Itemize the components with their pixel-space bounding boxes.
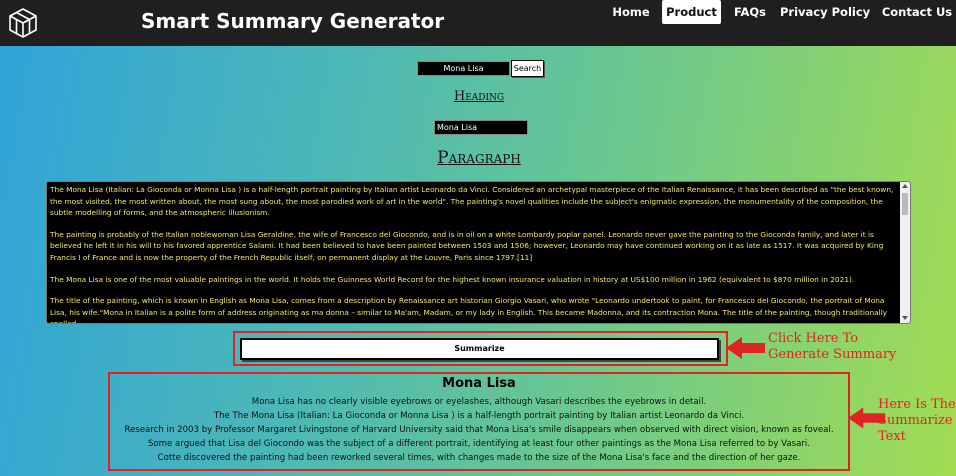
summary-title: Mona Lisa bbox=[442, 376, 516, 391]
summary-annotation-line2: Summarize bbox=[878, 413, 953, 428]
nav-contact-us-link[interactable]: Contact Us bbox=[880, 0, 954, 24]
nav-privacy-policy-link[interactable]: Privacy Policy bbox=[780, 0, 870, 24]
scroll-up-arrow-icon[interactable] bbox=[902, 184, 908, 188]
nav-faqs-link[interactable]: FAQs bbox=[728, 0, 772, 24]
top-navbar: Smart Summary Generator Home Product FAQ… bbox=[0, 0, 956, 46]
scroll-down-arrow-icon[interactable] bbox=[902, 316, 908, 320]
cube-logo-icon[interactable] bbox=[7, 7, 39, 39]
paragraph-label: Paragraph bbox=[437, 148, 521, 168]
summary-line: Mona Lisa has no clearly visible eyebrow… bbox=[251, 397, 707, 407]
paragraph-textarea[interactable]: The Mona Lisa (Italian: La Gioconda or M… bbox=[46, 181, 911, 324]
heading-label: Heading bbox=[453, 89, 505, 104]
app-title: Smart Summary Generator bbox=[141, 9, 445, 33]
summarize-button[interactable]: Summarize bbox=[240, 338, 719, 360]
summary-line: The The Mona Lisa (Italian: La Gioconda … bbox=[213, 411, 745, 421]
textarea-scrollbar[interactable] bbox=[900, 182, 910, 323]
paragraph-4: The title of the painting, which is know… bbox=[50, 296, 888, 324]
button-annotation-line2: Generate Summary bbox=[768, 347, 897, 362]
summary-annotation-line1: Here Is The bbox=[878, 397, 956, 412]
red-arrow-icon bbox=[726, 337, 765, 359]
paragraph-1: The Mona Lisa (Italian: La Gioconda or M… bbox=[50, 185, 894, 218]
summary-line: Some argued that Lisa del Giocondo was t… bbox=[147, 439, 811, 449]
search-button[interactable]: Search bbox=[511, 60, 544, 77]
summary-text: Mona Lisa has no clearly visible eyebrow… bbox=[108, 395, 850, 465]
summary-annotation-line3: Text bbox=[878, 429, 906, 444]
paragraph-text: The Mona Lisa (Italian: La Gioconda or M… bbox=[50, 184, 900, 324]
nav-home-link[interactable]: Home bbox=[606, 0, 656, 24]
paragraph-2: The painting is probably of the Italian … bbox=[50, 229, 884, 262]
heading-input[interactable]: Mona Lisa bbox=[434, 120, 528, 135]
scroll-thumb[interactable] bbox=[902, 193, 908, 215]
summary-line: Research in 2003 by Professor Margaret L… bbox=[124, 425, 834, 435]
search-input[interactable]: Mona Lisa bbox=[417, 61, 510, 76]
nav-product-link[interactable]: Product bbox=[662, 0, 721, 24]
button-annotation-line1: Click Here To bbox=[768, 331, 859, 346]
paragraph-3: The Mona Lisa is one of the most valuabl… bbox=[50, 274, 855, 284]
summary-line: Cotte discovered the painting had been r… bbox=[157, 453, 801, 463]
